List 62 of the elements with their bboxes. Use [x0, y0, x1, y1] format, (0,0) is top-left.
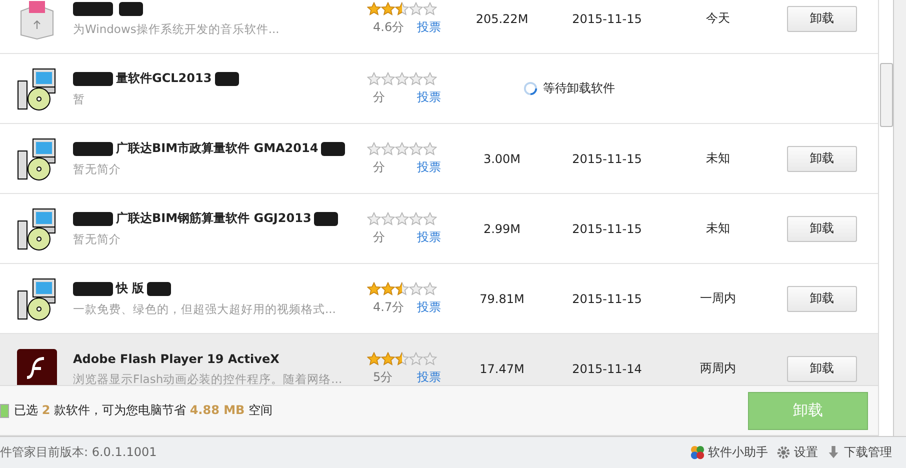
- installer-icon: [14, 136, 58, 180]
- scrollbar-thumb[interactable]: [880, 63, 893, 127]
- download-icon: [826, 445, 841, 460]
- version-text: 件管家目前版本: 6.0.1.1001: [0, 444, 157, 461]
- install-date: 2015-11-15: [571, 222, 643, 236]
- last-used-text: 未知: [705, 220, 731, 237]
- software-description: 一款免费、绿色的，但超强大超好用的视频格式...: [73, 302, 337, 316]
- installer-icon: [14, 276, 58, 320]
- software-name: 量软件GCL2013: [116, 70, 212, 87]
- vote-link[interactable]: 投票: [417, 298, 441, 316]
- installer-icon: [14, 66, 58, 110]
- uninstall-button[interactable]: 卸载: [787, 216, 857, 242]
- install-date: 2015-11-15: [571, 12, 643, 26]
- checkbox[interactable]: [0, 404, 9, 418]
- vote-link[interactable]: 投票: [417, 368, 441, 386]
- install-date: 2015-11-15: [571, 292, 643, 306]
- scrollbar[interactable]: [878, 0, 894, 436]
- last-used-text: 一周内: [699, 290, 737, 307]
- rating-score: 分: [373, 228, 385, 246]
- uninstall-button[interactable]: 卸载: [787, 356, 857, 382]
- rating-score: 4.6分: [373, 18, 404, 36]
- rating-score: 分: [373, 158, 385, 176]
- vote-link[interactable]: 投票: [417, 18, 441, 36]
- selection-summary: 已选 2 款软件，可为您电脑节省 4.88 MB 空间: [14, 402, 273, 420]
- size-text: 17.47M: [478, 362, 526, 376]
- rating-score: 分: [373, 88, 385, 106]
- size-text: 3.00M: [482, 152, 522, 166]
- size-text: 79.81M: [478, 292, 526, 306]
- status-link[interactable]: 设置: [776, 444, 818, 461]
- software-description: 浏览器显示Flash动画必装的控件程序。随着网络...: [73, 372, 344, 386]
- status-text: 等待卸载软件: [543, 80, 615, 97]
- last-used-text: 今天: [705, 10, 731, 27]
- vote-link[interactable]: 投票: [417, 88, 441, 106]
- software-row[interactable]: 为Windows操作系统开发的音乐软件... 4.6分 投票 205.22M 2015-11-15 今天 卸载: [0, 0, 878, 54]
- uninstall-button[interactable]: 卸载: [787, 6, 857, 32]
- install-date: 2015-11-14: [571, 362, 643, 376]
- rating-score: 4.7分: [373, 298, 404, 316]
- software-description: 暂: [73, 92, 86, 106]
- software-name: Adobe Flash Player 19 ActiveX: [73, 352, 280, 366]
- vote-link[interactable]: 投票: [417, 158, 441, 176]
- software-row[interactable]: Adobe Flash Player 19 ActiveX 浏览器显示Flash动画必装的控件程序。随着网络... 5分 投票 17.47M 2015-11-14 两周内 卸载: [0, 334, 878, 386]
- vote-link[interactable]: 投票: [417, 228, 441, 246]
- uninstall-button[interactable]: 卸载: [787, 146, 857, 172]
- software-name: 广联达BIM市政算量软件 GMA2014: [116, 140, 318, 157]
- last-used-text: 两周内: [699, 360, 737, 377]
- install-date: 2015-11-15: [571, 152, 643, 166]
- loading-spinner-icon: [523, 81, 538, 96]
- installer-icon: [14, 206, 58, 250]
- software-name: 广联达BIM钢筋算量软件 GGJ2013: [116, 210, 312, 227]
- software-name: 快 版: [116, 280, 144, 297]
- last-used-text: 未知: [705, 150, 731, 167]
- settings-icon: [776, 445, 791, 460]
- rating-score: 5分: [373, 368, 393, 386]
- colored-dots-icon: [690, 445, 705, 460]
- size-text: 2.99M: [482, 222, 522, 236]
- size-text: 205.22M: [474, 12, 530, 26]
- status-link[interactable]: 下载管理: [826, 444, 892, 461]
- software-description: 暂无简介: [73, 162, 122, 176]
- software-description: 为Windows操作系统开发的音乐软件...: [73, 22, 280, 36]
- status-link[interactable]: 软件小助手: [690, 444, 768, 461]
- software-description: 暂无简介: [73, 232, 122, 246]
- uninstall-button[interactable]: 卸载: [787, 286, 857, 312]
